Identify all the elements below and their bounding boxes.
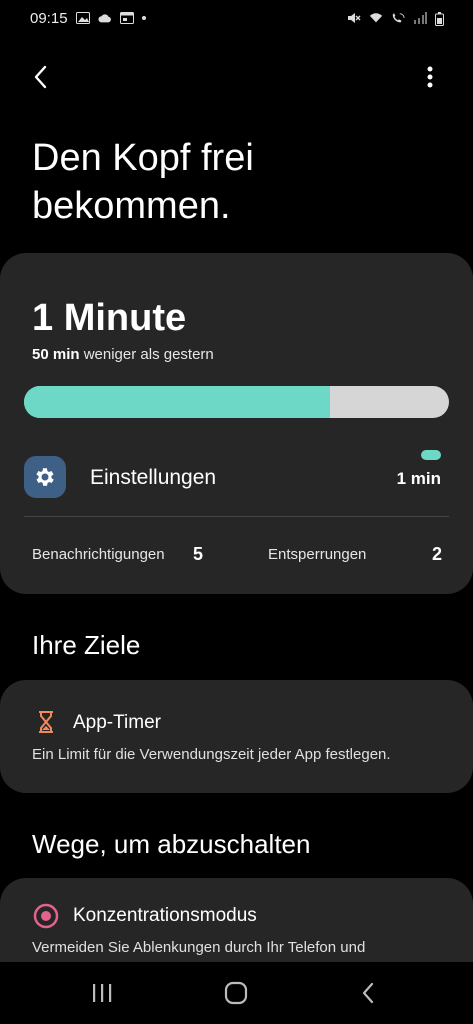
focus-mode-title: Konzentrationsmodus — [73, 905, 257, 926]
top-app-usage-bar — [421, 450, 441, 460]
more-vertical-icon — [427, 66, 433, 88]
app-bar — [0, 54, 473, 98]
usage-comparison-text: weniger als gestern — [83, 346, 214, 363]
settings-app-icon — [24, 456, 66, 498]
target-icon — [32, 902, 60, 930]
usage-progress-fill — [24, 386, 330, 418]
top-app-name: Einstellungen — [90, 466, 217, 489]
usage-comparison-amount: 50 min — [32, 346, 80, 363]
back-button[interactable] — [26, 62, 56, 92]
mute-icon — [347, 12, 361, 24]
status-time: 09:15 — [30, 9, 68, 27]
notifications-label: Benachrichtigungen — [32, 546, 165, 563]
screen-time-value: 1 Minute — [32, 297, 187, 339]
focus-mode-description: Vermeiden Sie Ablenkungen durch Ihr Tele… — [32, 939, 366, 956]
stats-row: Benachrichtigungen 5 Entsperrungen 2 — [32, 543, 442, 567]
cloud-icon — [97, 12, 112, 24]
divider — [24, 516, 449, 517]
app-timer-card[interactable]: App-Timer Ein Limit für die Verwendungsz… — [0, 680, 473, 793]
chevron-left-icon — [34, 65, 47, 89]
app-timer-description: Ein Limit für die Verwendungszeit jeder … — [32, 746, 391, 763]
wifi-icon — [369, 12, 383, 24]
page-title: Den Kopf frei bekommen. — [32, 137, 254, 227]
more-options-button[interactable] — [415, 62, 445, 92]
nav-back-button[interactable] — [348, 976, 388, 1010]
notifications-count: 5 — [193, 544, 204, 564]
top-app-time: 1 min — [396, 469, 441, 488]
wifi-calling-icon — [391, 12, 405, 24]
home-icon — [224, 981, 248, 1005]
back-icon — [362, 982, 374, 1004]
navigation-bar — [0, 962, 473, 1024]
unlocks-count: 2 — [431, 544, 442, 564]
gear-icon — [36, 468, 54, 486]
recents-icon — [93, 984, 112, 1002]
app-timer-title: App-Timer — [73, 712, 161, 733]
goals-section-title: Ihre Ziele — [32, 630, 141, 660]
image-icon — [75, 12, 90, 24]
home-button[interactable] — [216, 976, 256, 1010]
dot-icon — [141, 16, 146, 20]
status-bar-right — [347, 12, 449, 26]
recents-button[interactable] — [82, 976, 122, 1010]
hourglass-icon — [32, 708, 60, 736]
unlocks-label: Entsperrungen — [268, 546, 367, 563]
usage-comparison: 50 min weniger als gestern — [32, 346, 214, 363]
status-bar: 09:15 — [0, 0, 473, 36]
usage-progress-bar — [24, 386, 449, 418]
battery-icon — [435, 12, 449, 26]
top-app-row[interactable]: Einstellungen 1 min — [24, 450, 449, 500]
usage-card[interactable]: 1 Minute 50 min weniger als gestern Eins… — [0, 253, 473, 594]
status-bar-left: 09:15 — [30, 10, 146, 27]
focus-mode-card[interactable]: Konzentrationsmodus Vermeiden Sie Ablenk… — [0, 878, 473, 962]
calendar-icon — [119, 12, 134, 24]
ways-section-title: Wege, um abzuschalten — [32, 829, 311, 859]
signal-icon — [413, 12, 427, 24]
